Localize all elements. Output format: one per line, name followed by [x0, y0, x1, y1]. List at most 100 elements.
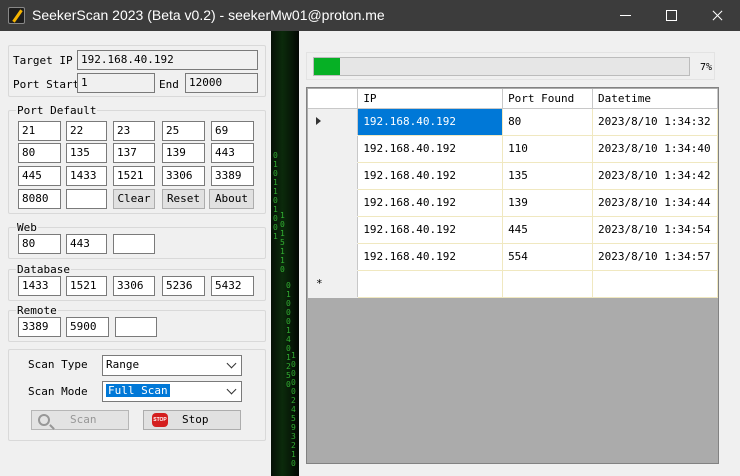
cell-port[interactable]: 135 [502, 162, 593, 190]
port-field[interactable]: 3306 [162, 166, 205, 186]
database-port-field[interactable]: 1433 [18, 276, 61, 296]
database-port-field[interactable]: 5432 [211, 276, 254, 296]
cell-datetime[interactable]: 2023/8/10 1:34:42 [592, 162, 719, 190]
cell-port[interactable]: 110 [502, 135, 593, 163]
port-field[interactable]: 139 [162, 143, 205, 163]
web-port-field[interactable]: 443 [66, 234, 107, 254]
reset-button[interactable]: Reset [162, 189, 205, 209]
remote-port-field[interactable]: 3389 [18, 317, 61, 337]
cell-datetime[interactable] [592, 270, 719, 298]
cell-port[interactable]: 80 [502, 108, 593, 136]
port-field[interactable]: 80 [18, 143, 61, 163]
cell-ip[interactable]: 192.168.40.192 [357, 108, 504, 136]
port-field[interactable]: 21 [18, 121, 61, 141]
row-header[interactable] [308, 243, 359, 271]
remote-port-field[interactable]: 5900 [66, 317, 109, 337]
table-row[interactable]: 192.168.40.192 135 2023/8/10 1:34:42 [308, 162, 719, 190]
progress-fill [314, 58, 341, 75]
cell-ip[interactable]: 192.168.40.192 [357, 216, 504, 244]
database-title: Database [16, 263, 71, 276]
table-row[interactable]: 192.168.40.192 445 2023/8/10 1:34:54 [308, 216, 719, 244]
cell-datetime[interactable]: 2023/8/10 1:34:54 [592, 216, 719, 244]
new-row[interactable]: * [308, 270, 719, 298]
port-field[interactable]: 137 [113, 143, 155, 163]
minimize-button[interactable] [602, 0, 648, 31]
port-field[interactable]: 1521 [113, 166, 155, 186]
cell-ip[interactable]: 192.168.40.192 [357, 135, 504, 163]
cell-port[interactable]: 554 [502, 243, 593, 271]
cell-port[interactable] [502, 270, 593, 298]
port-field[interactable]: 25 [162, 121, 205, 141]
search-icon [38, 414, 50, 426]
table-row[interactable]: 192.168.40.192 80 2023/8/10 1:34:32 [308, 108, 719, 136]
close-button[interactable] [694, 0, 740, 31]
table-row[interactable]: 192.168.40.192 139 2023/8/10 1:34:44 [308, 189, 719, 217]
port-field[interactable]: 69 [211, 121, 254, 141]
row-header-corner[interactable] [308, 89, 359, 109]
clear-button[interactable]: Clear [113, 189, 155, 209]
cell-datetime[interactable]: 2023/8/10 1:34:44 [592, 189, 719, 217]
port-field[interactable]: 3389 [211, 166, 254, 186]
scan-type-label: Scan Type [28, 358, 88, 371]
table-row[interactable]: 192.168.40.192 110 2023/8/10 1:34:40 [308, 135, 719, 163]
port-end-field[interactable]: 12000 [185, 73, 258, 93]
current-row-arrow-icon [316, 117, 321, 125]
scan-button[interactable]: Scan [31, 410, 129, 430]
port-field[interactable]: 135 [66, 143, 107, 163]
results-grid[interactable]: IP Port Found Datetime 192.168.40.192 80… [306, 87, 719, 464]
port-field[interactable]: 23 [113, 121, 155, 141]
cell-datetime[interactable]: 2023/8/10 1:34:40 [592, 135, 719, 163]
cell-ip[interactable]: 192.168.40.192 [357, 189, 504, 217]
maximize-button[interactable] [648, 0, 694, 31]
table-row[interactable]: 192.168.40.192 554 2023/8/10 1:34:57 [308, 243, 719, 271]
progress-percent: 7% [700, 62, 713, 73]
column-header-port-found[interactable]: Port Found [502, 89, 593, 109]
port-field[interactable]: 22 [66, 121, 107, 141]
port-field[interactable]: 445 [18, 166, 61, 186]
port-start-label: Port Start [13, 78, 80, 91]
remote-port-field-empty[interactable] [115, 317, 157, 337]
cell-datetime[interactable]: 2023/8/10 1:34:57 [592, 243, 719, 271]
scan-mode-value: Full Scan [106, 384, 170, 397]
web-port-field[interactable]: 80 [18, 234, 61, 254]
window-title: SeekerScan 2023 (Beta v0.2) - seekerMw01… [32, 7, 385, 23]
stop-button-label: Stop [182, 413, 209, 426]
header-row: IP Port Found Datetime [308, 89, 719, 109]
row-header[interactable]: * [308, 270, 359, 298]
target-ip-field[interactable]: 192.168.40.192 [77, 50, 258, 70]
database-port-field[interactable]: 3306 [113, 276, 155, 296]
database-port-field[interactable]: 5236 [162, 276, 205, 296]
cell-port[interactable]: 445 [502, 216, 593, 244]
database-port-field[interactable]: 1521 [66, 276, 107, 296]
cell-ip[interactable] [357, 270, 504, 298]
web-port-field-empty[interactable] [113, 234, 155, 254]
port-field[interactable]: 443 [211, 143, 254, 163]
scan-mode-select[interactable]: Full Scan [102, 381, 242, 402]
row-header[interactable] [308, 108, 359, 136]
stop-button[interactable]: STOP Stop [143, 410, 241, 430]
port-field-empty[interactable] [66, 189, 107, 209]
about-button[interactable]: About [209, 189, 254, 209]
web-title: Web [16, 221, 38, 234]
stop-icon: STOP [152, 413, 168, 427]
matrix-decoration: 0101101001 1 0 1 5 1 1 0 010001 4 012 5 … [271, 31, 299, 476]
target-ip-label: Target IP [13, 54, 73, 67]
column-header-datetime[interactable]: Datetime [592, 89, 719, 109]
port-start-field[interactable]: 1 [77, 73, 155, 93]
column-header-ip[interactable]: IP [357, 89, 504, 109]
progress-bar [313, 57, 690, 76]
row-header[interactable] [308, 135, 359, 163]
row-header[interactable] [308, 189, 359, 217]
row-header[interactable] [308, 216, 359, 244]
remote-title: Remote [16, 304, 58, 317]
cell-ip[interactable]: 192.168.40.192 [357, 162, 504, 190]
cell-port[interactable]: 139 [502, 189, 593, 217]
scan-mode-label: Scan Mode [28, 385, 88, 398]
scan-type-select[interactable]: Range [102, 355, 242, 376]
title-bar: SeekerScan 2023 (Beta v0.2) - seekerMw01… [0, 0, 740, 31]
cell-datetime[interactable]: 2023/8/10 1:34:32 [592, 108, 719, 136]
port-field[interactable]: 1433 [66, 166, 107, 186]
port-field[interactable]: 8080 [18, 189, 61, 209]
row-header[interactable] [308, 162, 359, 190]
cell-ip[interactable]: 192.168.40.192 [357, 243, 504, 271]
